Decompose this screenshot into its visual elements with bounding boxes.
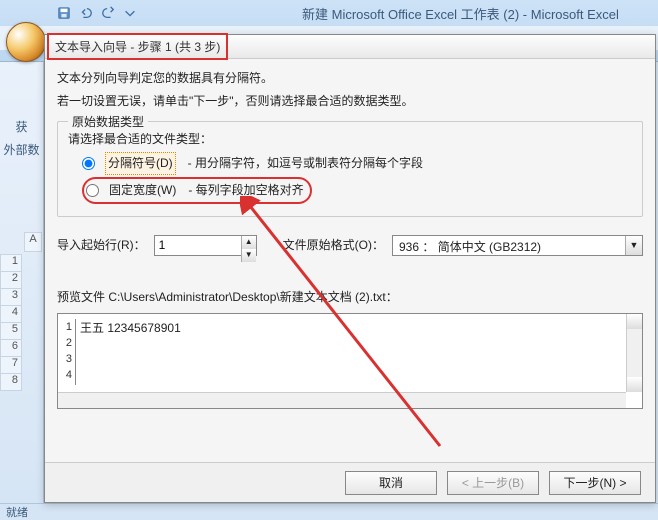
- radio-fixed-width[interactable]: [86, 184, 99, 197]
- intro-text-2: 若一切设置无误，请单击"下一步"，否则请选择最合适的数据类型。: [57, 92, 643, 111]
- vertical-scrollbar[interactable]: [626, 314, 642, 392]
- intro-text-1: 文本分列向导判定您的数据具有分隔符。: [57, 69, 643, 88]
- status-text: 就绪: [6, 507, 28, 519]
- quick-access-toolbar: 新建 Microsoft Office Excel 工作表 (2) - Micr…: [0, 0, 658, 26]
- radio-fixed-label: 固定宽度(W): [109, 181, 176, 200]
- radio-delimited-label: 分隔符号(D): [105, 152, 176, 175]
- import-options-row: 导入起始行(R)： ▲ ▼ 文件原始格式(O)： 936 ： 简体中文 (GB2…: [57, 235, 643, 256]
- start-row-label: 导入起始行(R)：: [57, 236, 146, 255]
- spinner-down-icon[interactable]: ▼: [241, 249, 256, 262]
- radio-delimited-desc: - 用分隔字符，如逗号或制表符分隔每个字段: [188, 154, 423, 173]
- redo-icon[interactable]: [98, 3, 118, 23]
- file-origin-combo[interactable]: 936 ： 简体中文 (GB2312) ▼: [392, 235, 643, 256]
- dialog-footer: 取消 < 上一步(B) 下一步(N) >: [45, 462, 655, 502]
- undo-icon[interactable]: [76, 3, 96, 23]
- start-row-input[interactable]: [155, 236, 241, 255]
- spinner-up-icon[interactable]: ▲: [241, 236, 256, 249]
- file-origin-value: 936 ： 简体中文 (GB2312): [393, 236, 625, 255]
- row-header[interactable]: 2: [0, 271, 22, 289]
- row-header[interactable]: 8: [0, 373, 22, 391]
- back-button[interactable]: < 上一步(B): [447, 471, 539, 495]
- row-header[interactable]: 3: [0, 288, 22, 306]
- start-row-spinner[interactable]: ▲ ▼: [154, 235, 257, 256]
- radio-fixed-row[interactable]: 固定宽度(W) - 每列字段加空格对齐: [82, 177, 632, 204]
- preview-line-number: 4: [62, 367, 76, 385]
- preview-line: 1 王五 12345678901: [58, 320, 642, 336]
- row-headers-fragment: 1 2 3 4 5 6 7 8: [0, 254, 22, 390]
- preview-line-number: 3: [62, 351, 76, 369]
- radio-delimited-row[interactable]: 分隔符号(D) - 用分隔字符，如逗号或制表符分隔每个字段: [82, 152, 632, 175]
- row-header[interactable]: 5: [0, 322, 22, 340]
- horizontal-scrollbar[interactable]: [58, 392, 626, 408]
- preview-line-number: 2: [62, 335, 76, 353]
- cancel-button[interactable]: 取消: [345, 471, 437, 495]
- preview-line: 4: [58, 368, 642, 384]
- save-icon[interactable]: [54, 3, 74, 23]
- preview-box: 1 王五 12345678901 2 3 4: [57, 313, 643, 409]
- original-data-type-group: 原始数据类型 请选择最合适的文件类型： 分隔符号(D) - 用分隔字符，如逗号或…: [57, 121, 643, 217]
- group-legend: 原始数据类型: [68, 113, 148, 132]
- col-header-a[interactable]: A: [24, 232, 42, 252]
- radio-delimited[interactable]: [82, 157, 95, 170]
- file-origin-label: 文件原始格式(O)：: [283, 236, 384, 255]
- preview-label: 预览文件 C:\Users\Administrator\Desktop\新建文本…: [57, 288, 643, 307]
- window-title: 新建 Microsoft Office Excel 工作表 (2) - Micr…: [302, 4, 619, 23]
- dialog-title-text: 文本导入向导 - 步骤 1 (共 3 步): [47, 33, 228, 60]
- dialog-body: 文本分列向导判定您的数据具有分隔符。 若一切设置无误，请单击"下一步"，否则请选…: [57, 69, 643, 454]
- ribbon-label-1: 获: [2, 118, 41, 135]
- annotation-highlight: 固定宽度(W) - 每列字段加空格对齐: [82, 177, 312, 204]
- row-header[interactable]: 6: [0, 339, 22, 357]
- ribbon-label-2: 外部数: [2, 141, 41, 158]
- preview-line: 3: [58, 352, 642, 368]
- next-button[interactable]: 下一步(N) >: [549, 471, 641, 495]
- radio-fixed-desc: - 每列字段加空格对齐: [188, 181, 303, 200]
- row-header[interactable]: 7: [0, 356, 22, 374]
- column-header-fragment: A: [24, 232, 42, 251]
- row-header[interactable]: 4: [0, 305, 22, 323]
- preview-line: 2: [58, 336, 642, 352]
- preview-line-number: 1: [62, 319, 76, 337]
- choose-type-label: 请选择最合适的文件类型：: [68, 130, 632, 149]
- row-header[interactable]: 1: [0, 254, 22, 272]
- dialog-titlebar: 文本导入向导 - 步骤 1 (共 3 步): [45, 35, 655, 59]
- preview-line-text: 王五 12345678901: [76, 319, 181, 338]
- text-import-wizard-dialog: 文本导入向导 - 步骤 1 (共 3 步) 文本分列向导判定您的数据具有分隔符。…: [44, 34, 656, 503]
- status-bar: 就绪: [0, 503, 658, 517]
- office-button[interactable]: [6, 22, 46, 62]
- chevron-down-icon[interactable]: ▼: [625, 236, 642, 255]
- qat-customize-icon[interactable]: [120, 3, 140, 23]
